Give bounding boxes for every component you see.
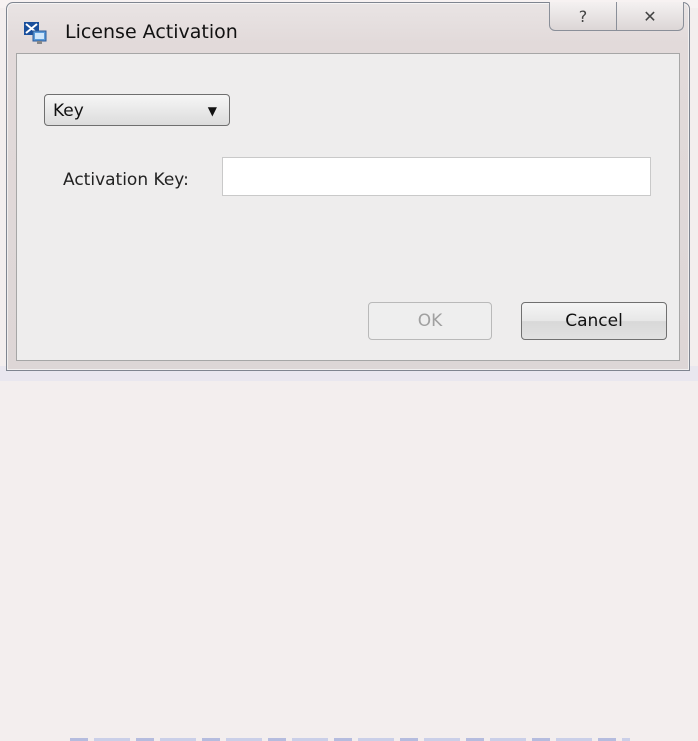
cancel-button[interactable]: Cancel [521, 302, 667, 340]
help-button[interactable]: ? [550, 2, 616, 30]
activation-type-value: Key [53, 101, 84, 121]
activation-type-select[interactable]: Key ▼ [44, 94, 230, 126]
caption-buttons: ? ✕ [549, 2, 684, 31]
dialog-content: Key ▼ Activation Key: OK Cancel [16, 53, 680, 361]
close-button[interactable]: ✕ [616, 2, 683, 30]
help-icon: ? [578, 6, 588, 26]
close-icon: ✕ [643, 6, 657, 26]
license-activation-app-icon [24, 22, 47, 44]
dialog-title: License Activation [65, 21, 238, 43]
ok-button[interactable]: OK [368, 302, 492, 340]
activation-key-input[interactable] [222, 157, 651, 196]
dropdown-arrow-icon: ▼ [207, 104, 217, 118]
license-activation-dialog: License Activation ? ✕ Key ▼ Activation … [6, 2, 690, 371]
activation-key-label: Activation Key: [63, 170, 189, 190]
